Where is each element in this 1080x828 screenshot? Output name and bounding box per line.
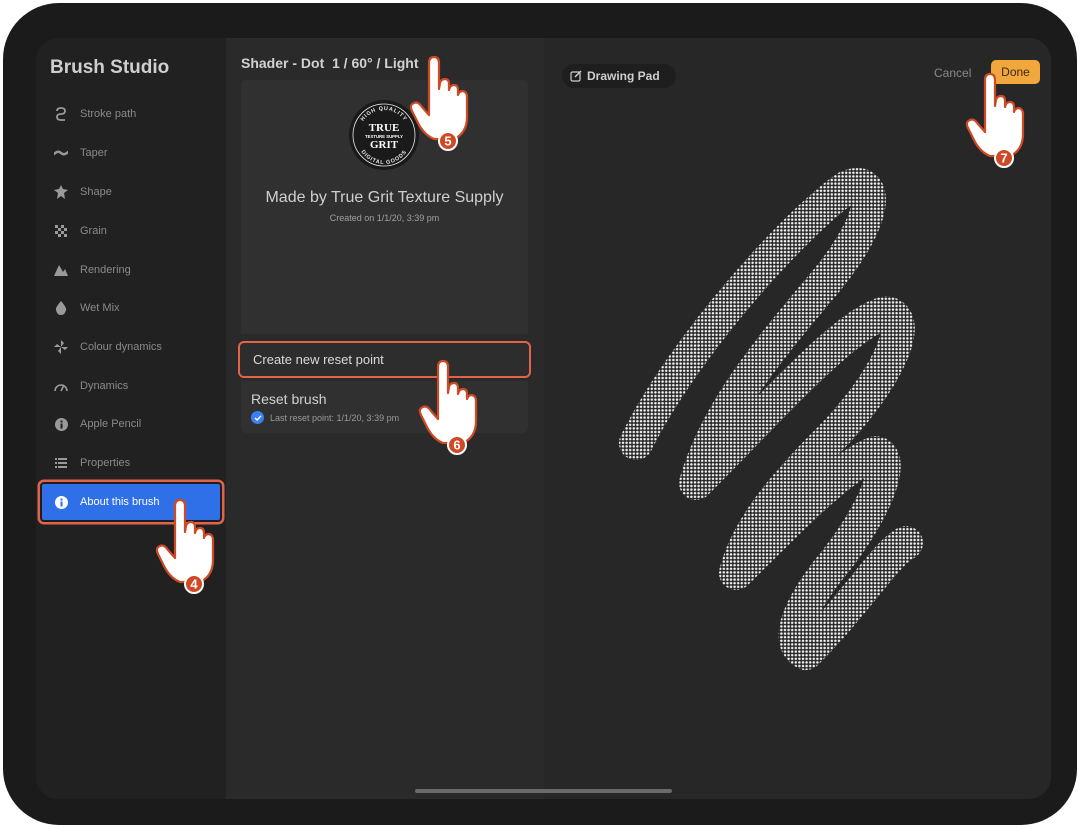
shape-icon (54, 185, 68, 199)
taper-icon (54, 146, 68, 160)
svg-text:5: 5 (444, 134, 451, 149)
sidebar-item-label: Colour dynamics (80, 341, 162, 353)
svg-text:7: 7 (1000, 151, 1007, 166)
sidebar-item-label: Shape (80, 186, 112, 198)
sidebar-item-label: Rendering (80, 264, 131, 276)
sidebar-item-rendering[interactable]: Rendering (36, 251, 226, 289)
create-reset-point-button[interactable]: Create new reset point (238, 341, 531, 378)
sidebar-title: Brush Studio (50, 57, 170, 78)
svg-text:GRIT: GRIT (370, 139, 399, 151)
drawing-pad-label: Drawing Pad (587, 69, 660, 83)
sidebar-item-grain[interactable]: Grain (36, 212, 226, 250)
sidebar-item-shape[interactable]: Shape (36, 173, 226, 211)
sidebar-item-label: Taper (80, 147, 108, 159)
properties-icon (54, 456, 68, 470)
svg-text:4: 4 (190, 577, 198, 592)
sidebar-item-label: Properties (80, 457, 131, 469)
reset-brush-button[interactable]: Reset brush Last reset point: 1/1/20, 3:… (241, 381, 528, 433)
home-indicator (415, 789, 672, 793)
tap-hand-icon: 5 (409, 55, 469, 151)
ipad-frame: Brush Studio Stroke path Taper Shape Gra… (3, 3, 1077, 825)
sidebar-item-properties[interactable]: Properties (36, 444, 226, 482)
wet-mix-icon (54, 301, 68, 315)
svg-text:TRUE: TRUE (369, 122, 400, 134)
sidebar-item-label: About this brush (80, 496, 160, 508)
tap-hand-icon: 4 (155, 498, 215, 594)
sidebar-item-stroke-path[interactable]: Stroke path (36, 95, 226, 133)
sidebar-item-label: Wet Mix (80, 302, 120, 314)
sidebar-item-wet-mix[interactable]: Wet Mix (36, 289, 226, 327)
created-date: Created on 1/1/20, 3:39 pm (329, 213, 440, 223)
made-by-text: Made by True Grit Texture Supply (265, 189, 504, 206)
tap-hand-icon: 7 (965, 72, 1025, 168)
create-reset-point-label: Create new reset point (253, 352, 384, 367)
info-icon (54, 495, 68, 509)
checkmark-icon (251, 411, 264, 424)
colour-dynamics-icon (54, 340, 68, 354)
stroke-path-icon (54, 107, 68, 121)
dynamics-icon (54, 379, 68, 393)
sidebar-item-label: Dynamics (80, 380, 129, 392)
screen: Brush Studio Stroke path Taper Shape Gra… (36, 38, 1051, 799)
last-reset-row: Last reset point: 1/1/20, 3:39 pm (251, 411, 399, 424)
apple-pencil-icon (54, 417, 68, 431)
grain-icon (54, 224, 68, 238)
rendering-icon (54, 263, 68, 277)
sidebar: Brush Studio Stroke path Taper Shape Gra… (36, 38, 226, 799)
brush-stroke-preview (619, 168, 923, 670)
brush-info-card: HIGH QUALITY TRUE TEXTURE SUPPLY GRIT DI… (241, 80, 528, 334)
tap-hand-icon: 6 (418, 359, 478, 455)
svg-text:6: 6 (453, 438, 460, 453)
brush-title: Shader - Dot 1 / 60° / Light (241, 55, 419, 71)
sidebar-item-label: Grain (80, 225, 107, 237)
sidebar-item-colour-dynamics[interactable]: Colour dynamics (36, 328, 226, 366)
drawing-pad-button[interactable]: Drawing Pad (562, 64, 676, 88)
sidebar-item-label: Apple Pencil (80, 418, 142, 430)
edit-icon (570, 70, 582, 82)
sidebar-item-label: Stroke path (80, 108, 137, 120)
last-reset-text: Last reset point: 1/1/20, 3:39 pm (270, 412, 400, 423)
sidebar-item-taper[interactable]: Taper (36, 134, 226, 172)
sidebar-item-apple-pencil[interactable]: Apple Pencil (36, 405, 226, 443)
sidebar-item-dynamics[interactable]: Dynamics (36, 367, 226, 405)
reset-brush-label: Reset brush (251, 391, 327, 407)
